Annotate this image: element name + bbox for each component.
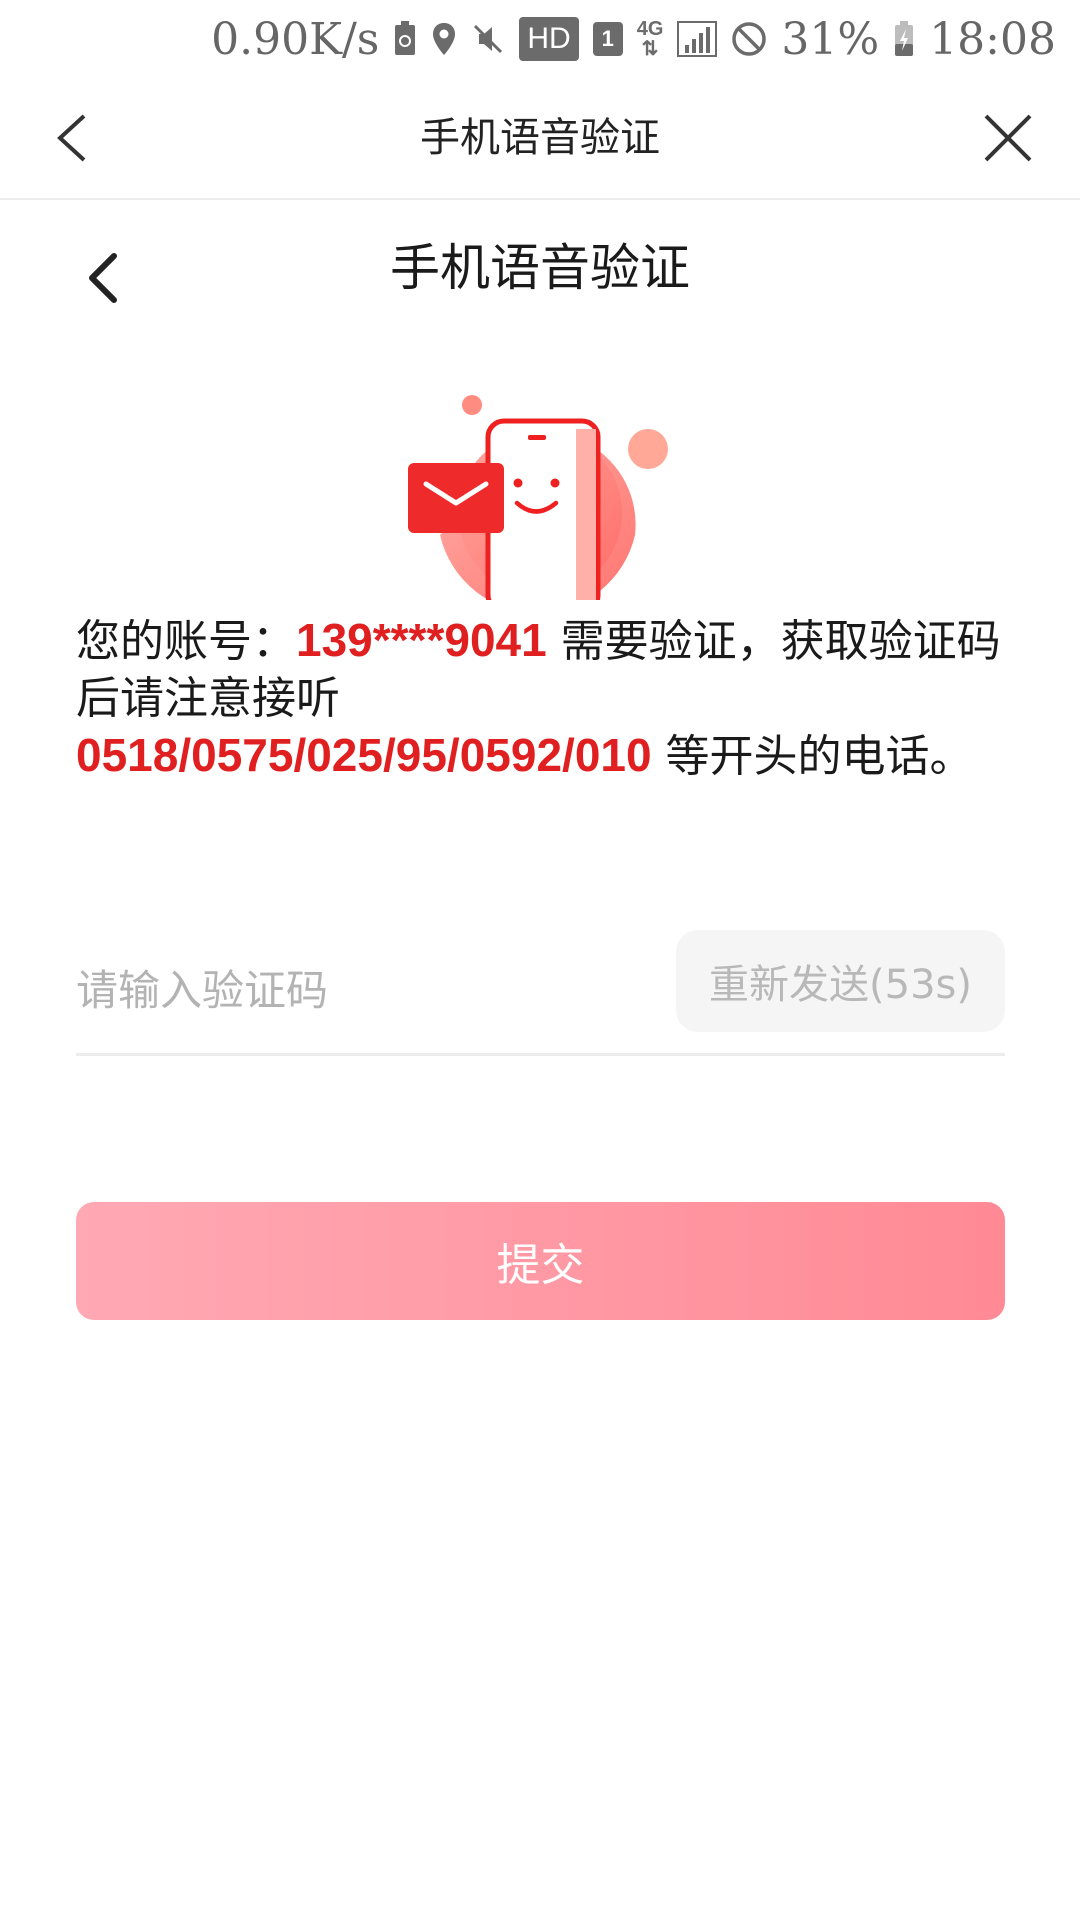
signal-icon: [677, 21, 718, 57]
close-button[interactable]: [978, 108, 1038, 168]
battery-charging-icon: [893, 20, 915, 58]
mute-icon: [471, 22, 505, 56]
battery-saver-icon: [393, 21, 417, 57]
hd-badge: HD: [519, 17, 579, 61]
message-suffix: 等开头的电话。: [651, 731, 974, 782]
page-header: 手机语音验证: [0, 200, 1080, 330]
top-nav-bar: 手机语音验证: [0, 78, 1080, 200]
verification-code-input[interactable]: [76, 958, 636, 1022]
phone-smile-icon: [408, 395, 668, 614]
location-icon: [431, 21, 457, 57]
do-not-disturb-icon: [731, 21, 767, 57]
battery-percent: 31%: [781, 13, 880, 65]
net-speed: 0.90K/s: [211, 13, 380, 65]
sim-icon: 1: [592, 22, 623, 56]
verification-code-row: 重新发送(53s): [76, 930, 1005, 1056]
message-prefix: 您的账号：: [76, 616, 296, 667]
close-icon: [984, 114, 1032, 162]
clock: 18:08: [929, 13, 1056, 65]
masked-account-number: 139****9041: [296, 614, 547, 666]
status-bar: 0.90K/s HD 1 4G ⇅ 31% 18:08: [0, 0, 1080, 78]
resend-button[interactable]: 重新发送(53s): [676, 930, 1005, 1032]
caller-prefixes: 0518/0575/025/95/0592/010: [76, 729, 652, 781]
nav-title: 手机语音验证: [420, 115, 660, 161]
phone-message-illustration: [390, 385, 690, 614]
submit-button[interactable]: 提交: [76, 1202, 1005, 1320]
verification-message: 您的账号：139****9041 需要验证，获取验证码后请注意接听 0518/05…: [76, 612, 1006, 785]
network-type-icon: 4G ⇅: [636, 18, 664, 60]
page-title: 手机语音验证: [390, 239, 690, 297]
